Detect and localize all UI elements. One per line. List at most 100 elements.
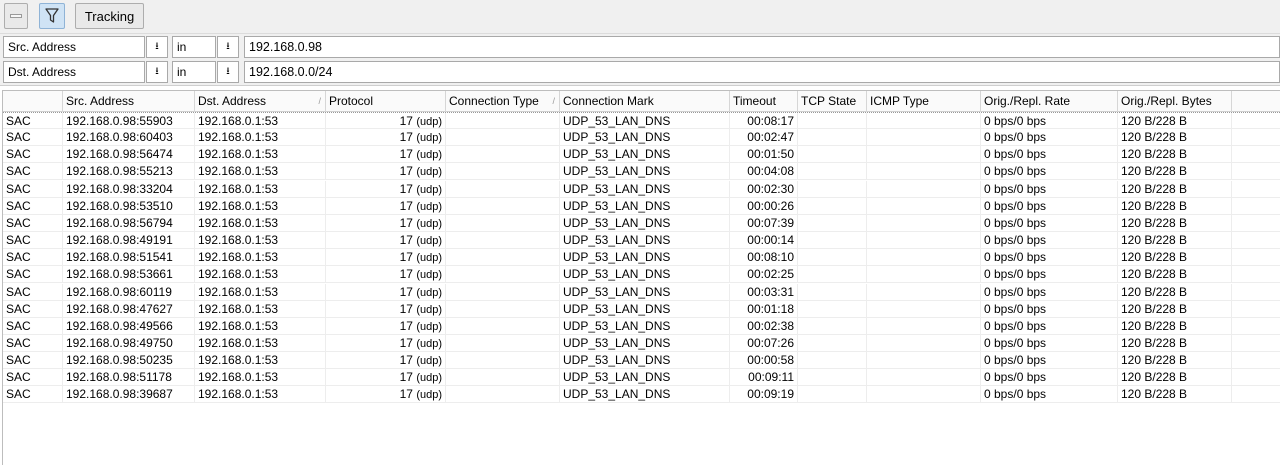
filter-operator-select[interactable]: in	[172, 36, 216, 58]
column-header-connection-mark[interactable]: Connection Mark	[560, 91, 730, 112]
cell-rate: 0 bps/0 bps	[981, 214, 1118, 232]
filter-operator-select[interactable]: in	[172, 61, 216, 83]
protocol-number: 17	[399, 233, 413, 248]
column-header-dst-address[interactable]: Dst. Address /	[195, 91, 326, 112]
table-row[interactable]: SAC 192.168.0.98:55213 192.168.0.1:53 17 (u…	[3, 163, 1280, 181]
column-header-connection-type[interactable]: Connection Type /	[446, 91, 560, 112]
remove-button[interactable]	[4, 3, 28, 29]
column-header-tcp-state[interactable]: TCP State	[798, 91, 867, 112]
cell-dst-address: 192.168.0.1:53	[195, 180, 326, 198]
cell-extra	[1232, 352, 1280, 369]
column-header-protocol[interactable]: Protocol	[326, 91, 446, 112]
cell-flags: SAC	[3, 266, 63, 284]
table-row[interactable]: SAC 192.168.0.98:56794 192.168.0.1:53 17 (u…	[3, 214, 1280, 232]
protocol-name: (udp)	[416, 389, 442, 402]
cell-bytes: 120 B/228 B	[1118, 249, 1232, 267]
column-header-src-address[interactable]: Src. Address	[63, 91, 195, 112]
cell-extra	[1232, 249, 1280, 266]
cell-rate: 0 bps/0 bps	[981, 163, 1118, 181]
table-row[interactable]: SAC 192.168.0.98:53510 192.168.0.1:53 17 (u…	[3, 197, 1280, 215]
protocol-name: (udp)	[416, 200, 442, 213]
filter-value-input[interactable]: 192.168.0.0/24	[244, 61, 1280, 83]
cell-dst-address: 192.168.0.1:53	[195, 386, 326, 404]
column-header-rate[interactable]: Orig./Repl. Rate	[981, 91, 1118, 112]
cell-dst-address: 192.168.0.1:53	[195, 317, 326, 335]
cell-tcp-state	[798, 369, 867, 387]
cell-protocol: 17 (udp)	[326, 334, 446, 352]
cell-connection-type	[446, 214, 560, 232]
table-row[interactable]: SAC 192.168.0.98:49750 192.168.0.1:53 17 (u…	[3, 334, 1280, 352]
cell-bytes: 120 B/228 B	[1118, 386, 1232, 404]
cell-dst-address: 192.168.0.1:53	[195, 249, 326, 267]
filter-toggle-button[interactable]	[39, 3, 65, 29]
cell-connection-type	[446, 129, 560, 147]
table-row[interactable]: SAC 192.168.0.98:51541 192.168.0.1:53 17 (u…	[3, 249, 1280, 267]
filter-value-input[interactable]: 192.168.0.98	[244, 36, 1280, 58]
cell-connection-mark: UDP_53_LAN_DNS	[560, 266, 730, 284]
cell-flags: SAC	[3, 300, 63, 318]
cell-timeout: 00:07:26	[730, 334, 798, 352]
protocol-number: 17	[399, 130, 413, 145]
cell-src-address: 192.168.0.98:49750	[63, 334, 195, 352]
table-row[interactable]: SAC 192.168.0.98:49191 192.168.0.1:53 17 (u…	[3, 232, 1280, 250]
table-row[interactable]: SAC 192.168.0.98:53661 192.168.0.1:53 17 (u…	[3, 266, 1280, 284]
cell-rate: 0 bps/0 bps	[981, 249, 1118, 267]
protocol-number: 17	[399, 215, 413, 230]
cell-protocol: 17 (udp)	[326, 317, 446, 335]
dropdown-arrow-icon[interactable]: ⭳	[217, 36, 239, 58]
table-row[interactable]: SAC 192.168.0.98:51178 192.168.0.1:53 17 (u…	[3, 369, 1280, 387]
cell-tcp-state	[798, 283, 867, 301]
cell-tcp-state	[798, 300, 867, 318]
cell-icmp-type	[867, 283, 981, 301]
cell-src-address: 192.168.0.98:51178	[63, 369, 195, 387]
cell-dst-address: 192.168.0.1:53	[195, 369, 326, 387]
cell-src-address: 192.168.0.98:55903	[63, 113, 195, 130]
cell-icmp-type	[867, 113, 981, 130]
table-row[interactable]: SAC 192.168.0.98:55903 192.168.0.1:53 17 (u…	[3, 112, 1280, 130]
column-header-bytes[interactable]: Orig./Repl. Bytes	[1118, 91, 1232, 112]
table-row[interactable]: SAC 192.168.0.98:50235 192.168.0.1:53 17 (u…	[3, 352, 1280, 370]
cell-bytes: 120 B/228 B	[1118, 180, 1232, 198]
cell-protocol: 17 (udp)	[326, 249, 446, 267]
tracking-button[interactable]: Tracking	[75, 3, 144, 29]
table-row[interactable]: SAC 192.168.0.98:60119 192.168.0.1:53 17 (u…	[3, 283, 1280, 301]
cell-icmp-type	[867, 197, 981, 215]
table-row[interactable]: SAC 192.168.0.98:47627 192.168.0.1:53 17 (u…	[3, 300, 1280, 318]
dropdown-arrow-icon[interactable]: ⭳	[146, 61, 168, 83]
protocol-name: (udp)	[416, 149, 442, 162]
cell-timeout: 00:09:11	[730, 369, 798, 387]
table-row[interactable]: SAC 192.168.0.98:39687 192.168.0.1:53 17 (u…	[3, 386, 1280, 404]
protocol-name: (udp)	[416, 217, 442, 230]
cell-connection-type	[446, 334, 560, 352]
cell-connection-type	[446, 266, 560, 284]
column-header-flags[interactable]	[3, 91, 63, 112]
filter-field-select[interactable]: Dst. Address	[3, 61, 145, 83]
cell-extra	[1232, 113, 1280, 130]
dropdown-arrow-icon[interactable]: ⭳	[146, 36, 168, 58]
column-header-extra[interactable]	[1232, 91, 1280, 112]
column-header-label: Connection Type	[449, 94, 539, 108]
cell-rate: 0 bps/0 bps	[981, 129, 1118, 147]
dropdown-arrow-icon[interactable]: ⭳	[217, 61, 239, 83]
protocol-number: 17	[399, 335, 413, 350]
cell-icmp-type	[867, 180, 981, 198]
filter-field-select[interactable]: Src. Address	[3, 36, 145, 58]
cell-connection-mark: UDP_53_LAN_DNS	[560, 180, 730, 198]
table-row[interactable]: SAC 192.168.0.98:56474 192.168.0.1:53 17 (u…	[3, 146, 1280, 164]
column-header-label: Dst. Address	[198, 94, 267, 108]
cell-dst-address: 192.168.0.1:53	[195, 266, 326, 284]
cell-icmp-type	[867, 249, 981, 267]
column-header-icmp-type[interactable]: ICMP Type	[867, 91, 981, 112]
column-header-timeout[interactable]: Timeout	[730, 91, 798, 112]
table-row[interactable]: SAC 192.168.0.98:49566 192.168.0.1:53 17 (u…	[3, 317, 1280, 335]
cell-timeout: 00:02:30	[730, 180, 798, 198]
table-row[interactable]: SAC 192.168.0.98:60403 192.168.0.1:53 17 (u…	[3, 129, 1280, 147]
cell-rate: 0 bps/0 bps	[981, 386, 1118, 404]
cell-protocol: 17 (udp)	[326, 180, 446, 198]
cell-tcp-state	[798, 334, 867, 352]
cell-timeout: 00:00:14	[730, 232, 798, 250]
cell-connection-mark: UDP_53_LAN_DNS	[560, 197, 730, 215]
table-row[interactable]: SAC 192.168.0.98:33204 192.168.0.1:53 17 (u…	[3, 180, 1280, 198]
filter-row-dst: Dst. Address ⭳ in ⭳ 192.168.0.0/24	[0, 61, 1280, 83]
cell-rate: 0 bps/0 bps	[981, 352, 1118, 370]
